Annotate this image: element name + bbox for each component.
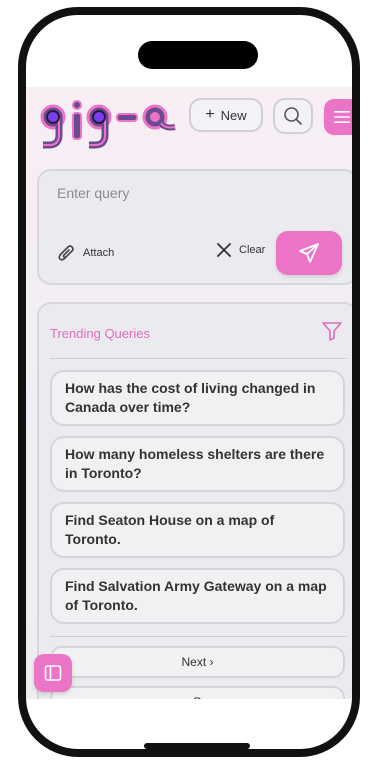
next-page-button[interactable]: Next ›: [50, 646, 345, 678]
send-icon: [299, 243, 319, 263]
menu-button[interactable]: [324, 99, 352, 135]
close-icon: [217, 243, 231, 257]
attach-label: Attach: [83, 247, 115, 259]
attach-button[interactable]: Attach: [57, 243, 114, 263]
app-screen: + New Attach: [26, 87, 352, 699]
paperclip-icon: [58, 245, 74, 261]
sidebar-toggle-button[interactable]: [34, 654, 72, 692]
phone-frame: + New Attach: [18, 7, 360, 757]
previous-page-button[interactable]: P: [50, 686, 345, 699]
plus-icon: +: [205, 106, 215, 123]
home-indicator: [144, 743, 250, 749]
trending-list: How has the cost of living changed in Ca…: [50, 370, 347, 634]
trending-title: Trending Queries: [50, 326, 150, 341]
previous-label: P: [193, 695, 201, 699]
app-logo: [40, 100, 176, 149]
next-label: Next ›: [181, 655, 214, 669]
menu-icon: [334, 111, 350, 123]
trending-panel: Trending Queries How has the cost of liv…: [37, 302, 352, 699]
query-input[interactable]: [57, 185, 317, 201]
trending-query-item[interactable]: Find Seaton House on a map of Toronto.: [50, 502, 345, 558]
trending-query-item[interactable]: Find Salvation Army Gateway on a map of …: [50, 568, 345, 624]
clear-button[interactable]: Clear: [217, 243, 265, 257]
trending-query-item[interactable]: How has the cost of living changed in Ca…: [50, 370, 345, 426]
trending-query-item[interactable]: How many homeless shelters are there in …: [50, 436, 345, 492]
search-button[interactable]: [273, 98, 313, 134]
search-icon: [284, 107, 302, 125]
divider: [50, 636, 347, 637]
send-button[interactable]: [276, 231, 342, 275]
divider: [50, 358, 347, 359]
sidebar-icon: [44, 665, 62, 681]
clear-label: Clear: [239, 244, 266, 256]
filter-icon[interactable]: [321, 320, 343, 342]
new-button-label: New: [220, 107, 247, 123]
new-button[interactable]: + New: [189, 98, 263, 132]
camera-notch: [138, 41, 258, 69]
query-panel: Attach Clear: [37, 169, 352, 285]
